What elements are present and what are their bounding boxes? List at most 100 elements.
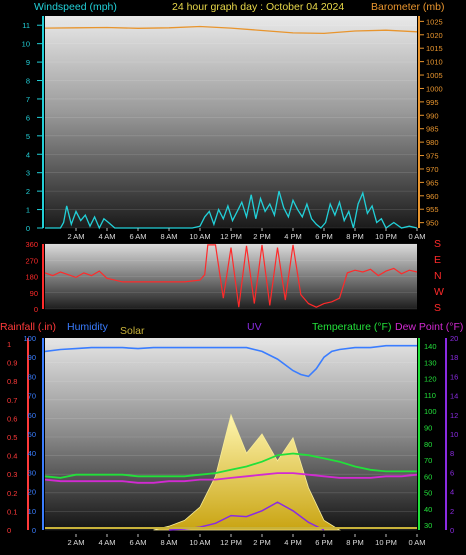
compass-label: E <box>434 254 441 266</box>
rainfall-tick-label: 1 <box>7 340 11 349</box>
barometer-tick-label: 1015 <box>426 44 443 53</box>
direction-tick-label: 270 <box>25 256 38 265</box>
humidity-tick-label: 50 <box>28 430 36 439</box>
temperature-tick-label: 70 <box>424 456 432 465</box>
uv-tick-label: 16 <box>450 372 458 381</box>
temperature-tick-label: 110 <box>424 391 436 400</box>
barometer-label: Barometer (mb) <box>371 1 445 13</box>
rainfall-tick-label: 0.9 <box>7 359 17 368</box>
windspeed-tick-label: 9 <box>26 58 30 67</box>
dew-point-label: Dew Point (°F) <box>395 321 463 333</box>
humidity-tick-label: 100 <box>23 334 36 343</box>
time-tick-label: 12 PM <box>220 538 242 547</box>
humidity-tick-label: 30 <box>28 468 36 477</box>
windspeed-tick-label: 5 <box>26 132 30 141</box>
time-tick-label: 6 PM <box>315 538 333 547</box>
barometer-tick-label: 1000 <box>426 84 443 93</box>
compass-label: S <box>434 238 441 250</box>
windspeed-tick-label: 0 <box>26 224 30 233</box>
windspeed-tick-label: 3 <box>26 169 30 178</box>
uv-tick-label: 6 <box>450 468 454 477</box>
rainfall-tick-label: 0.5 <box>7 433 17 442</box>
rainfall-tick-label: 0.2 <box>7 489 17 498</box>
barometer-tick-label: 980 <box>426 138 439 147</box>
temperature-tick-label: 140 <box>424 342 437 351</box>
time-tick-label: 0 AM <box>408 232 425 241</box>
compass-label: S <box>434 302 441 314</box>
time-tick-label: 4 PM <box>284 232 302 241</box>
windspeed-tick-label: 11 <box>22 21 30 30</box>
time-tick-label: 8 PM <box>346 232 364 241</box>
direction-tick-label: 360 <box>25 240 38 249</box>
uv-tick-label: 20 <box>450 334 458 343</box>
compass-label: N <box>434 270 442 282</box>
time-tick-label: 8 PM <box>346 538 364 547</box>
time-tick-label: 6 AM <box>129 538 146 547</box>
time-tick-label: 2 AM <box>67 538 84 547</box>
humidity-tick-label: 80 <box>28 372 36 381</box>
time-tick-label: 2 AM <box>67 232 84 241</box>
rainfall-tick-label: 0.6 <box>7 414 17 423</box>
barometer-tick-label: 990 <box>426 111 439 120</box>
humidity-tick-label: 60 <box>28 411 36 420</box>
time-tick-label: 4 PM <box>284 538 302 547</box>
uv-tick-label: 0 <box>450 526 454 535</box>
uv-tick-label: 2 <box>450 507 454 516</box>
windspeed-tick-label: 2 <box>26 187 30 196</box>
humidity-tick-label: 90 <box>28 353 36 362</box>
rainfall-tick-label: 0.3 <box>7 470 17 479</box>
rainfall-tick-label: 0.4 <box>7 452 17 461</box>
time-tick-label: 6 PM <box>315 232 333 241</box>
solar-label: Solar <box>120 325 145 337</box>
time-tick-label: 0 AM <box>408 538 425 547</box>
windspeed-tick-label: 1 <box>26 206 30 215</box>
humidity-tick-label: 40 <box>28 449 36 458</box>
humidity-tick-label: 20 <box>28 488 36 497</box>
time-tick-label: 6 AM <box>129 232 146 241</box>
windspeed-tick-label: 4 <box>26 150 30 159</box>
humidity-tick-label: 0 <box>32 526 36 535</box>
uv-tick-label: 18 <box>450 353 458 362</box>
direction-tick-label: 90 <box>30 289 38 298</box>
windspeed-tick-label: 7 <box>26 95 30 104</box>
barometer-tick-label: 995 <box>426 98 439 107</box>
rainfall-tick-label: 0 <box>7 526 11 535</box>
humidity-tick-label: 10 <box>28 507 36 516</box>
barometer-tick-label: 1020 <box>426 31 443 40</box>
uv-tick-label: 4 <box>450 488 454 497</box>
weather-chart: Windspeed (mph) 24 hour graph day : Octo… <box>0 1 463 547</box>
barometer-tick-label: 955 <box>426 205 439 214</box>
temperature-tick-label: 80 <box>424 440 432 449</box>
windspeed-tick-label: 10 <box>22 40 30 49</box>
direction-tick-label: 0 <box>34 305 38 314</box>
temperature-tick-label: 90 <box>424 423 432 432</box>
uv-tick-label: 8 <box>450 449 454 458</box>
time-tick-label: 8 AM <box>160 538 177 547</box>
temperature-tick-label: 120 <box>424 375 437 384</box>
rainfall-tick-label: 0.1 <box>7 507 17 516</box>
uv-tick-label: 14 <box>450 392 458 401</box>
time-tick-label: 2 PM <box>253 538 271 547</box>
rainfall-tick-label: 0.7 <box>7 396 17 405</box>
uv-label: UV <box>247 321 262 333</box>
humidity-label: Humidity <box>67 321 109 333</box>
barometer-tick-label: 950 <box>426 219 439 228</box>
barometer-tick-label: 1025 <box>426 17 443 26</box>
temperature-tick-label: 130 <box>424 358 437 367</box>
temperature-tick-label: 60 <box>424 472 432 481</box>
barometer-tick-label: 960 <box>426 192 439 201</box>
compass-label: W <box>434 286 444 298</box>
barometer-tick-label: 1005 <box>426 71 443 80</box>
time-tick-label: 4 AM <box>98 538 115 547</box>
temperature-label: Temperature (°F) <box>312 321 391 333</box>
time-tick-label: 10 PM <box>375 538 397 547</box>
barometer-tick-label: 985 <box>426 125 439 134</box>
temperature-tick-label: 100 <box>424 407 437 416</box>
temperature-tick-label: 50 <box>424 489 432 498</box>
windspeed-label: Windspeed (mph) <box>34 1 117 13</box>
uv-tick-label: 12 <box>450 411 458 420</box>
rainfall-tick-label: 0.8 <box>7 377 17 386</box>
graph-title: 24 hour graph day : October 04 2024 <box>172 1 344 13</box>
time-tick-label: 12 PM <box>220 232 242 241</box>
temperature-tick-label: 40 <box>424 505 432 514</box>
